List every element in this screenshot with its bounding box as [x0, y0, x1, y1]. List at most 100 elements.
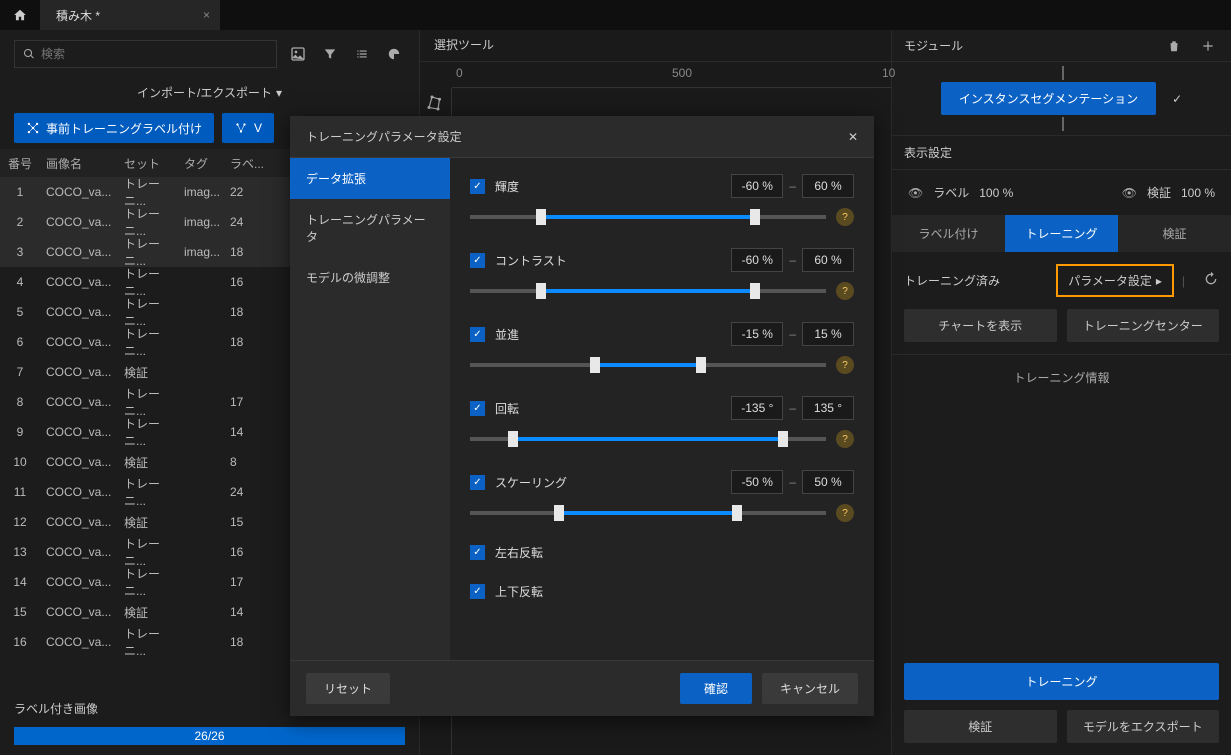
param-low-input[interactable]	[731, 470, 783, 494]
slider-thumb-low[interactable]	[536, 283, 546, 299]
export-model-button[interactable]: モデルをエクスポート	[1067, 710, 1220, 743]
col-tag[interactable]: タグ	[180, 155, 226, 172]
checkbox[interactable]: ✓	[470, 545, 485, 560]
cell-set: トレーニ...	[120, 475, 180, 509]
slider-thumb-high[interactable]	[696, 357, 706, 373]
param-high-input[interactable]	[802, 322, 854, 346]
help-icon[interactable]: ?	[836, 208, 854, 226]
sidebar-item-augment[interactable]: データ拡張	[290, 158, 450, 199]
param-block: ✓並進–?	[470, 322, 854, 374]
search-input[interactable]	[41, 47, 268, 61]
trash-icon[interactable]	[1163, 35, 1185, 57]
cell-set: 検証	[120, 364, 180, 381]
checkbox[interactable]: ✓	[470, 584, 485, 599]
param-low-input[interactable]	[731, 322, 783, 346]
cell-img: COCO_va...	[40, 185, 120, 199]
range-slider[interactable]	[470, 215, 826, 219]
sidebar-item-params[interactable]: トレーニングパラメータ	[290, 199, 450, 257]
tab-labeling[interactable]: ラベル付け	[892, 215, 1005, 252]
ruler-tick: 500	[672, 66, 692, 80]
import-export-button[interactable]: インポート/エクスポート ▾	[137, 84, 282, 101]
train-button[interactable]: トレーニング	[904, 663, 1219, 700]
training-center-button[interactable]: トレーニングセンター	[1067, 309, 1220, 342]
cell-num: 14	[0, 575, 40, 589]
slider-thumb-high[interactable]	[732, 505, 742, 521]
plus-icon[interactable]	[1197, 35, 1219, 57]
col-image[interactable]: 画像名	[40, 155, 120, 172]
param-high-input[interactable]	[802, 248, 854, 272]
verify-button[interactable]: 検証	[904, 710, 1057, 743]
ruler-horizontal: 0 500 10	[452, 62, 891, 88]
tab-verify[interactable]: 検証	[1118, 215, 1231, 252]
filter-icon[interactable]	[319, 43, 341, 65]
show-chart-button[interactable]: チャートを表示	[904, 309, 1057, 342]
help-icon[interactable]: ?	[836, 504, 854, 522]
image-settings-icon[interactable]	[287, 43, 309, 65]
param-high-input[interactable]	[802, 470, 854, 494]
slider-thumb-high[interactable]	[750, 209, 760, 225]
top-bar: 積み木 * ×	[0, 0, 1231, 30]
param-low-input[interactable]	[731, 174, 783, 198]
close-icon[interactable]: ✕	[848, 130, 858, 144]
range-slider[interactable]	[470, 437, 826, 441]
home-button[interactable]	[0, 0, 40, 30]
help-icon[interactable]: ?	[836, 282, 854, 300]
reset-button[interactable]: リセット	[306, 673, 390, 704]
polygon-tool-icon[interactable]	[424, 92, 446, 114]
help-icon[interactable]: ?	[836, 430, 854, 448]
progress-text: 26/26	[194, 729, 224, 743]
module-pill[interactable]: インスタンスセグメンテーション	[941, 82, 1156, 115]
cell-img: COCO_va...	[40, 455, 120, 469]
cancel-button[interactable]: キャンセル	[762, 673, 858, 704]
range-slider[interactable]	[470, 363, 826, 367]
list-icon[interactable]	[351, 43, 373, 65]
cell-num: 3	[0, 245, 40, 259]
slider-thumb-low[interactable]	[508, 431, 518, 447]
slider-thumb-low[interactable]	[536, 209, 546, 225]
slider-thumb-high[interactable]	[778, 431, 788, 447]
param-high-input[interactable]	[802, 396, 854, 420]
param-settings-label: パラメータ設定	[1068, 272, 1152, 289]
close-icon[interactable]: ×	[203, 8, 210, 22]
home-icon	[13, 8, 27, 22]
col-label[interactable]: ラベ...	[226, 155, 266, 172]
cell-img: COCO_va...	[40, 605, 120, 619]
range-slider[interactable]	[470, 511, 826, 515]
eye-icon[interactable]: 👁	[908, 186, 923, 200]
search-icon	[23, 48, 35, 60]
cell-set: 検証	[120, 454, 180, 471]
search-input-wrap[interactable]	[14, 40, 277, 68]
pretrain-label-button[interactable]: 事前トレーニングラベル付け	[14, 113, 214, 143]
tab-training[interactable]: トレーニング	[1005, 215, 1118, 252]
param-high-input[interactable]	[802, 174, 854, 198]
eye-icon[interactable]: 👁	[1122, 186, 1137, 200]
col-number[interactable]: 番号	[0, 155, 40, 172]
col-set[interactable]: セット	[120, 155, 180, 172]
v-button[interactable]: V	[222, 113, 274, 143]
cell-img: COCO_va...	[40, 425, 120, 439]
slider-thumb-low[interactable]	[554, 505, 564, 521]
progress-bar: 26/26	[14, 727, 405, 745]
confirm-button[interactable]: 確認	[680, 673, 752, 704]
checkbox[interactable]: ✓	[470, 179, 485, 194]
slider-thumb-low[interactable]	[590, 357, 600, 373]
label-text: ラベル	[933, 184, 969, 201]
display-settings-header: 表示設定	[892, 135, 1231, 170]
checkbox[interactable]: ✓	[470, 475, 485, 490]
checkbox[interactable]: ✓	[470, 327, 485, 342]
param-low-input[interactable]	[731, 396, 783, 420]
history-icon[interactable]	[1203, 271, 1219, 290]
param-label: コントラスト	[495, 252, 721, 269]
cell-num: 13	[0, 545, 40, 559]
project-tab[interactable]: 積み木 * ×	[40, 0, 220, 30]
help-icon[interactable]: ?	[836, 356, 854, 374]
range-slider[interactable]	[470, 289, 826, 293]
checkbox[interactable]: ✓	[470, 401, 485, 416]
slider-thumb-high[interactable]	[750, 283, 760, 299]
sidebar-item-finetune[interactable]: モデルの微調整	[290, 257, 450, 298]
checkbox[interactable]: ✓	[470, 253, 485, 268]
param-low-input[interactable]	[731, 248, 783, 272]
param-settings-button[interactable]: パラメータ設定 ▸	[1056, 264, 1174, 297]
cell-set: トレーニ...	[120, 205, 180, 239]
grid-icon[interactable]	[383, 43, 405, 65]
